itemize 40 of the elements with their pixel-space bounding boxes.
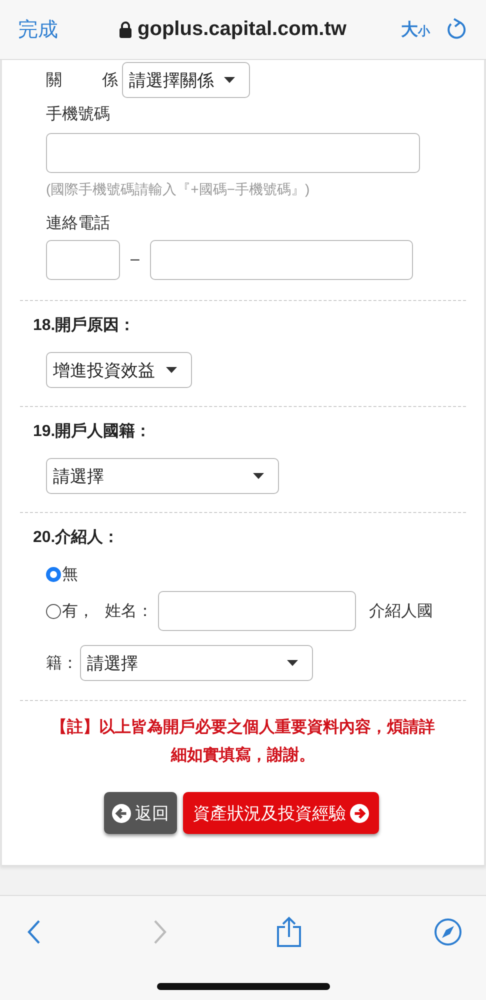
radio-label[interactable]: 無 [62, 564, 78, 585]
radio-button[interactable] [46, 567, 61, 582]
caret-icon [287, 660, 298, 666]
reload-icon[interactable] [446, 18, 468, 42]
relation-label: 關 係 [46, 70, 118, 90]
dropdown[interactable]: 請選擇 [46, 458, 279, 494]
mobile-label: 手機號碼 [46, 104, 111, 125]
url-text[interactable]: goplus.capital.com.tw [138, 18, 346, 41]
phone-dash: – [130, 251, 140, 269]
back-button[interactable]: 返回 [104, 792, 177, 834]
section-title: 18.開戶原因： [33, 315, 136, 336]
lock-icon [118, 21, 132, 38]
dropdown[interactable]: 請選擇關係 [122, 62, 250, 98]
text-size-button[interactable]: 大小 [401, 18, 430, 41]
next-button[interactable]: 資產狀況及投資經驗 [183, 792, 379, 834]
referrer-name-field[interactable] [158, 591, 356, 631]
area-code-field[interactable] [46, 240, 120, 280]
section-title: 19.開戶人國籍： [33, 421, 152, 442]
dropdown[interactable]: 請選擇 [80, 645, 313, 681]
dropdown[interactable]: 增進投資效益 [46, 352, 192, 388]
referrer-nationality-label: 籍： [46, 654, 78, 674]
phone-number-field[interactable] [150, 240, 413, 280]
section-title: 20.介紹人： [33, 528, 120, 548]
name-label: 姓名： [105, 602, 153, 622]
compass-icon[interactable] [434, 918, 462, 946]
caret-icon [253, 473, 264, 479]
referrer-nationality-label: 介紹人國 [369, 602, 433, 622]
caret-icon [166, 367, 177, 373]
back-icon[interactable] [26, 919, 42, 945]
mobile-hint: (國際手機號碼請輸入『+國碼−手機號碼』) [46, 181, 311, 199]
notice-text: 【註】以上皆為開戶必要之個人重要資料內容，煩請詳細如實填寫，謝謝。 [51, 717, 435, 766]
done-button[interactable]: 完成 [18, 16, 58, 43]
phone-label: 連絡電話 [46, 214, 111, 234]
caret-icon [224, 77, 235, 83]
radio-button[interactable] [46, 604, 61, 618]
share-icon[interactable] [276, 916, 302, 948]
radio-label[interactable]: 有， [62, 600, 94, 622]
arrow-left-icon [112, 804, 131, 822]
arrow-right-icon [350, 804, 369, 822]
mobile-input-field[interactable] [46, 133, 420, 173]
